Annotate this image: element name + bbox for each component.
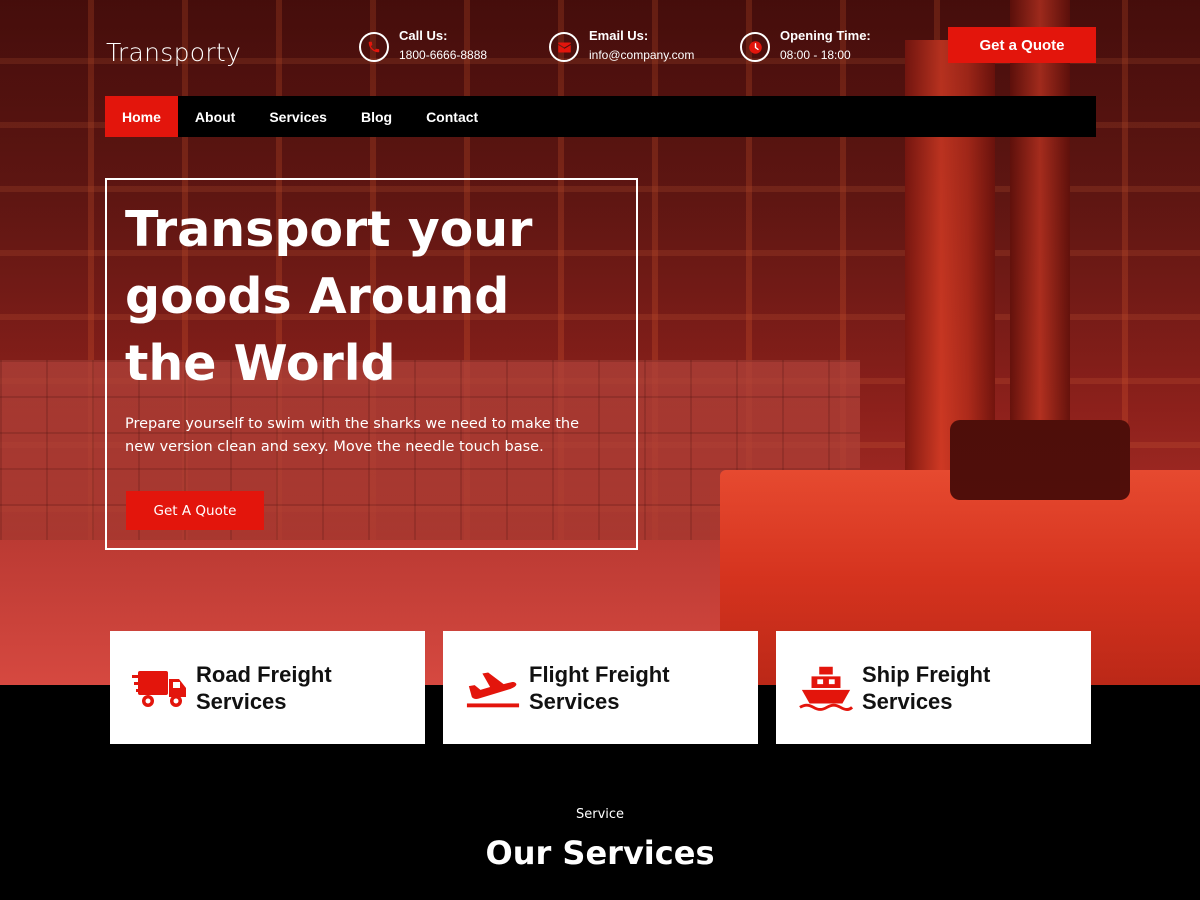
site-logo[interactable]: Transporty <box>106 38 241 67</box>
contact-hours: Opening Time: 08:00 - 18:00 <box>740 28 871 66</box>
service-card-flight[interactable]: Flight Freight Services <box>443 631 758 744</box>
contact-email-value[interactable]: info@company.com <box>589 44 694 66</box>
service-card-ship[interactable]: Ship Freight Services <box>776 631 1091 744</box>
nav-item-home[interactable]: Home <box>105 96 178 137</box>
service-card-ship-title: Ship Freight Services <box>862 661 991 714</box>
hero-title: Transport your goods Around the World <box>125 201 533 392</box>
email-icon <box>549 32 579 62</box>
services-section-title: Our Services <box>485 834 715 872</box>
truck-icon <box>132 663 188 713</box>
service-card-road[interactable]: Road Freight Services <box>110 631 425 744</box>
airplane-icon <box>465 663 521 713</box>
service-card-road-title: Road Freight Services <box>196 661 332 714</box>
nav-item-blog[interactable]: Blog <box>344 96 409 137</box>
contact-email: Email Us: info@company.com <box>549 28 694 66</box>
nav-item-contact[interactable]: Contact <box>409 96 495 137</box>
page: Transporty Call Us: 1800-6666-8888 Email… <box>0 0 1200 900</box>
contact-call-value[interactable]: 1800-6666-8888 <box>399 44 487 66</box>
get-quote-header-button[interactable]: Get a Quote <box>948 27 1096 63</box>
contact-hours-label: Opening Time: <box>780 28 871 43</box>
services-section-label: Service <box>575 807 625 822</box>
ship-icon <box>798 663 854 713</box>
contact-hours-value: 08:00 - 18:00 <box>780 48 851 62</box>
clock-icon <box>740 32 770 62</box>
contact-call-label: Call Us: <box>399 28 448 43</box>
phone-icon <box>359 32 389 62</box>
hero-description: Prepare yourself to swim with the sharks… <box>125 416 580 455</box>
nav-item-about[interactable]: About <box>178 96 252 137</box>
get-quote-hero-button[interactable]: Get A Quote <box>126 491 264 530</box>
nav-item-services[interactable]: Services <box>252 96 344 137</box>
service-card-flight-title: Flight Freight Services <box>529 661 670 714</box>
contact-email-label: Email Us: <box>589 28 649 43</box>
contact-call: Call Us: 1800-6666-8888 <box>359 28 487 66</box>
main-nav: Home About Services Blog Contact <box>105 96 1096 137</box>
